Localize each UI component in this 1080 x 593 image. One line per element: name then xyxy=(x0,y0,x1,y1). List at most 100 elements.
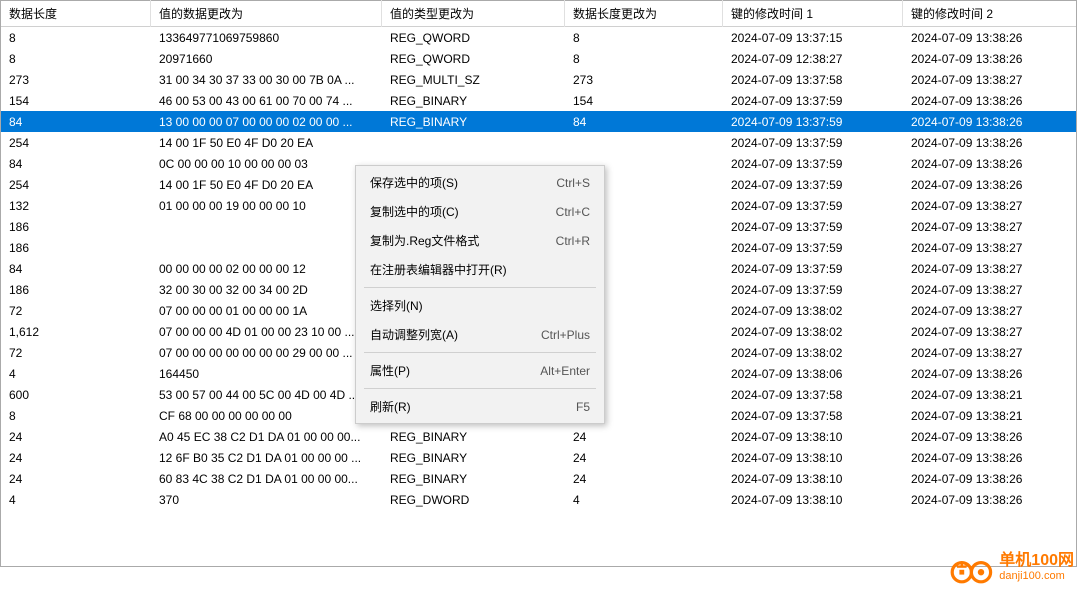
table-cell: 2024-07-09 13:37:59 xyxy=(723,281,903,299)
table-cell: 20971660 xyxy=(151,50,382,68)
table-cell: REG_BINARY xyxy=(382,470,565,488)
table-cell: 2024-07-09 12:38:27 xyxy=(723,50,903,68)
table-row[interactable]: 27331 00 34 30 37 33 00 30 00 7B 0A ...R… xyxy=(1,69,1076,90)
table-cell: 186 xyxy=(1,218,151,236)
table-row[interactable]: 2460 83 4C 38 C2 D1 DA 01 00 00 00...REG… xyxy=(1,468,1076,489)
menu-autosize-columns[interactable]: 自动调整列宽(A) Ctrl+Plus xyxy=(356,320,604,349)
table-cell: 2024-07-09 13:38:21 xyxy=(903,407,1080,425)
table-cell xyxy=(382,141,565,145)
table-cell: 2024-07-09 13:38:26 xyxy=(903,470,1080,488)
header-row: 数据长度 值的数据更改为 值的类型更改为 数据长度更改为 键的修改时间 1 键的… xyxy=(1,1,1076,27)
table-cell: 2024-07-09 13:38:10 xyxy=(723,428,903,446)
menu-refresh[interactable]: 刷新(R) F5 xyxy=(356,392,604,421)
watermark-logo-icon xyxy=(949,552,993,589)
table-row[interactable]: 8133649771069759860REG_QWORD82024-07-09 … xyxy=(1,27,1076,48)
table-cell: 254 xyxy=(1,134,151,152)
col-header-5[interactable]: 键的修改时间 2 xyxy=(903,0,1080,27)
table-cell: 2024-07-09 13:38:02 xyxy=(723,323,903,341)
table-row[interactable]: 25414 00 1F 50 E0 4F D0 20 EA2024-07-09 … xyxy=(1,132,1076,153)
table-cell: 600 xyxy=(1,386,151,404)
table-cell: 4 xyxy=(1,491,151,509)
table-cell: 84 xyxy=(1,155,151,173)
table-cell: REG_BINARY xyxy=(382,92,565,110)
table-cell: 2024-07-09 13:38:26 xyxy=(903,134,1080,152)
table-cell: 254 xyxy=(1,176,151,194)
table-cell: 4 xyxy=(1,365,151,383)
table-cell: REG_BINARY xyxy=(382,113,565,131)
menu-properties[interactable]: 属性(P) Alt+Enter xyxy=(356,356,604,385)
table-cell: 2024-07-09 13:38:27 xyxy=(903,323,1080,341)
table-cell: 186 xyxy=(1,239,151,257)
table-row[interactable]: 2412 6F B0 35 C2 D1 DA 01 00 00 00 ...RE… xyxy=(1,447,1076,468)
table-cell: 2024-07-09 13:37:58 xyxy=(723,386,903,404)
table-cell: 133649771069759860 xyxy=(151,29,382,47)
table-cell: 273 xyxy=(565,71,723,89)
table-cell: 2024-07-09 13:38:27 xyxy=(903,344,1080,362)
table-cell: 2024-07-09 13:38:27 xyxy=(903,260,1080,278)
table-cell: 0C 00 00 00 10 00 00 00 03 xyxy=(151,155,382,173)
table-cell: 2024-07-09 13:38:27 xyxy=(903,281,1080,299)
table-row[interactable]: 820971660REG_QWORD82024-07-09 12:38:2720… xyxy=(1,48,1076,69)
table-cell: 8 xyxy=(1,407,151,425)
table-cell: 24 xyxy=(1,449,151,467)
table-cell: 00 00 00 00 02 00 00 00 12 xyxy=(151,260,382,278)
table-cell: 07 00 00 00 00 00 00 00 29 00 00 ... xyxy=(151,344,382,362)
table-cell: 84 xyxy=(565,113,723,131)
table-cell: 2024-07-09 13:37:59 xyxy=(723,155,903,173)
table-cell: 24 xyxy=(1,470,151,488)
table-cell: 2024-07-09 13:37:59 xyxy=(723,134,903,152)
table-cell: 4 xyxy=(565,491,723,509)
table-cell: 01 00 00 00 19 00 00 00 10 xyxy=(151,197,382,215)
table-cell: REG_BINARY xyxy=(382,449,565,467)
table-cell: 2024-07-09 13:37:59 xyxy=(723,197,903,215)
table-cell: 2024-07-09 13:38:27 xyxy=(903,239,1080,257)
table-cell: 2024-07-09 13:38:26 xyxy=(903,113,1080,131)
col-header-1[interactable]: 值的数据更改为 xyxy=(151,0,382,27)
table-cell: 154 xyxy=(565,92,723,110)
table-cell: 07 00 00 00 01 00 00 00 1A xyxy=(151,302,382,320)
table-cell: 46 00 53 00 43 00 61 00 70 00 74 ... xyxy=(151,92,382,110)
table-row[interactable]: 4370REG_DWORD42024-07-09 13:38:102024-07… xyxy=(1,489,1076,510)
table-cell: 2024-07-09 13:38:27 xyxy=(903,302,1080,320)
table-cell: 24 xyxy=(565,449,723,467)
table-cell: 2024-07-09 13:38:27 xyxy=(903,218,1080,236)
table-cell: 273 xyxy=(1,71,151,89)
table-row[interactable]: 15446 00 53 00 43 00 61 00 70 00 74 ...R… xyxy=(1,90,1076,111)
menu-sep-2 xyxy=(364,352,596,353)
menu-choose-columns[interactable]: 选择列(N) xyxy=(356,291,604,320)
table-cell: 2024-07-09 13:37:15 xyxy=(723,29,903,47)
table-cell: 8 xyxy=(565,29,723,47)
col-header-0[interactable]: 数据长度 xyxy=(1,0,151,27)
table-cell: 2024-07-09 13:38:26 xyxy=(903,155,1080,173)
table-cell: 1,612 xyxy=(1,323,151,341)
table-cell: 07 00 00 00 4D 01 00 00 23 10 00 ... xyxy=(151,323,382,341)
col-header-4[interactable]: 键的修改时间 1 xyxy=(723,0,903,27)
table-cell: 60 83 4C 38 C2 D1 DA 01 00 00 00... xyxy=(151,470,382,488)
table-cell: 24 xyxy=(565,470,723,488)
table-cell: 12 6F B0 35 C2 D1 DA 01 00 00 00 ... xyxy=(151,449,382,467)
table-cell: 2024-07-09 13:38:21 xyxy=(903,386,1080,404)
table-cell: 13 00 00 00 07 00 00 00 02 00 00 ... xyxy=(151,113,382,131)
table-cell: REG_BINARY xyxy=(382,428,565,446)
table-cell: 2024-07-09 13:38:02 xyxy=(723,302,903,320)
table-cell: CF 68 00 00 00 00 00 00 xyxy=(151,407,382,425)
table-cell: 132 xyxy=(1,197,151,215)
table-cell: 370 xyxy=(151,491,382,509)
table-cell: REG_DWORD xyxy=(382,491,565,509)
table-cell: 154 xyxy=(1,92,151,110)
col-header-2[interactable]: 值的类型更改为 xyxy=(382,0,565,27)
menu-copy-as-reg[interactable]: 复制为.Reg文件格式 Ctrl+R xyxy=(356,226,604,255)
table-cell: 8 xyxy=(1,50,151,68)
table-cell: 84 xyxy=(1,260,151,278)
menu-save-selected[interactable]: 保存选中的项(S) Ctrl+S xyxy=(356,168,604,197)
menu-open-regedit[interactable]: 在注册表编辑器中打开(R) xyxy=(356,255,604,284)
table-cell: 8 xyxy=(565,50,723,68)
menu-copy-selected[interactable]: 复制选中的项(C) Ctrl+C xyxy=(356,197,604,226)
table-cell: 24 xyxy=(565,428,723,446)
table-cell: 186 xyxy=(1,281,151,299)
table-row[interactable]: 84 13 00 00 00 07 00 00 00 02 00 00 ...RE… xyxy=(1,111,1076,132)
table-cell: 53 00 57 00 44 00 5C 00 4D 00 4D ... xyxy=(151,386,382,404)
table-row[interactable]: 24A0 45 EC 38 C2 D1 DA 01 00 00 00...REG… xyxy=(1,426,1076,447)
table-cell: 164450 xyxy=(151,365,382,383)
col-header-3[interactable]: 数据长度更改为 xyxy=(565,0,723,27)
